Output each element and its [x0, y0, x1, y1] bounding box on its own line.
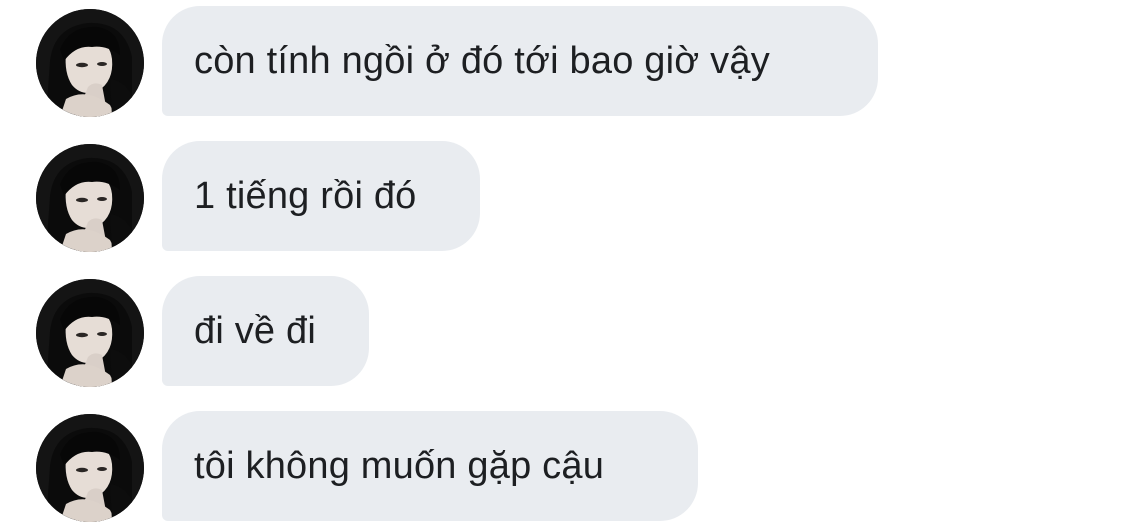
avatar[interactable]	[36, 144, 144, 252]
message-row: đi về đi	[0, 276, 1125, 387]
avatar[interactable]	[36, 9, 144, 117]
chat-thread: còn tính ngồi ở đó tới bao giờ vậy 1 tiế…	[0, 0, 1125, 530]
message-bubble[interactable]: còn tính ngồi ở đó tới bao giờ vậy	[162, 6, 878, 116]
avatar[interactable]	[36, 414, 144, 522]
message-row: 1 tiếng rồi đó	[0, 141, 1125, 252]
avatar-photo-icon	[36, 144, 144, 252]
avatar[interactable]	[36, 279, 144, 387]
message-bubble[interactable]: đi về đi	[162, 276, 369, 386]
message-bubble[interactable]: 1 tiếng rồi đó	[162, 141, 480, 251]
message-row: tôi không muốn gặp cậu	[0, 411, 1125, 522]
message-text: 1 tiếng rồi đó	[194, 174, 417, 217]
message-row: còn tính ngồi ở đó tới bao giờ vậy	[0, 6, 1125, 117]
message-text: tôi không muốn gặp cậu	[194, 444, 605, 487]
avatar-photo-icon	[36, 9, 144, 117]
avatar-photo-icon	[36, 279, 144, 387]
message-bubble[interactable]: tôi không muốn gặp cậu	[162, 411, 698, 521]
message-text: đi về đi	[194, 309, 317, 352]
message-text: còn tính ngồi ở đó tới bao giờ vậy	[194, 39, 770, 82]
avatar-photo-icon	[36, 414, 144, 522]
